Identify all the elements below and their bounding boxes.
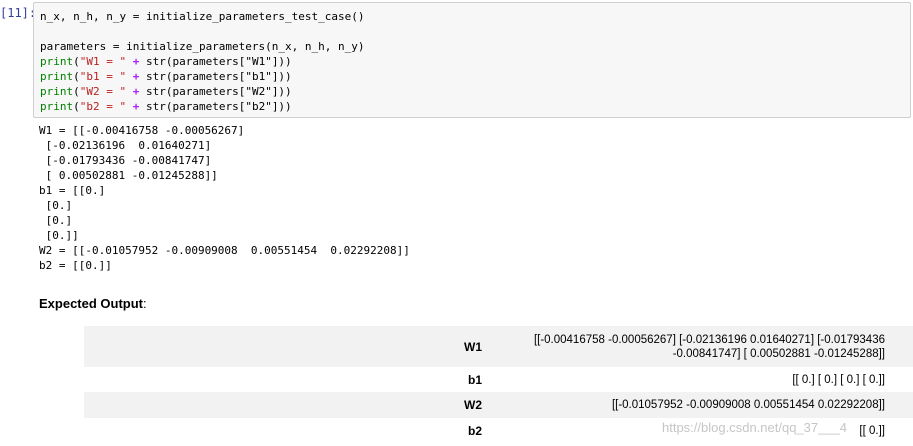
output-line: [0.] [39, 214, 73, 227]
row-value: [[ 0.] [ 0.] [ 0.] [ 0.]] [792, 373, 885, 386]
output-line: b1 = [[0.] [39, 184, 106, 197]
cell-output: W1 = [[-0.00416758 -0.00056267] [-0.0213… [39, 123, 410, 273]
output-line: W1 = [[-0.00416758 -0.00056267] [39, 124, 245, 137]
row-key: W1 [464, 339, 482, 354]
code-text: n_x, n_h, n_y = initialize_parameters_te… [40, 10, 365, 113]
output-line: [-0.02136196 0.01640271] [39, 139, 212, 152]
output-line: [-0.01793436 -0.00841747] [39, 154, 212, 167]
table-row: W1 [[-0.00416758 -0.00056267] [-0.021361… [84, 326, 913, 367]
print-keyword: print [40, 70, 74, 83]
print-arg: str(parameters["b2"])) [145, 100, 292, 113]
print-arg: str(parameters["b1"])) [145, 70, 292, 83]
watermark: https://blog.csdn.net/qq_37___4 [662, 420, 848, 435]
print-arg: str(parameters["W2"])) [145, 85, 292, 98]
notebook-page: [11]: n_x, n_h, n_y = initialize_paramet… [0, 0, 913, 446]
output-line: [0.] [39, 199, 73, 212]
cell-prompt: [11]: [0, 6, 37, 20]
table-row: W2 [[-0.01057952 -0.00909008 0.00551454 … [84, 392, 913, 418]
string-literal: "W2 = " [79, 85, 127, 98]
row-key: W2 [464, 398, 482, 412]
code-line-2: parameters = initialize_parameters(n_x, … [40, 40, 365, 53]
table-row: b1 [[ 0.] [ 0.] [ 0.] [ 0.]] [84, 367, 913, 392]
string-literal: "b2 = " [79, 100, 127, 113]
print-keyword: print [40, 55, 74, 68]
code-cell-editor[interactable]: n_x, n_h, n_y = initialize_parameters_te… [33, 2, 911, 118]
row-key: b2 [467, 424, 482, 438]
output-line: [ 0.00502881 -0.01245288]] [39, 169, 218, 182]
row-value: [[-0.00416758 -0.00056267] [-0.02136196 … [533, 333, 885, 360]
output-line: [0.]] [39, 229, 79, 242]
expected-output-colon: : [143, 296, 147, 311]
print-keyword: print [40, 100, 74, 113]
print-arg: str(parameters["W1"])) [145, 55, 292, 68]
print-keyword: print [40, 85, 74, 98]
string-literal: "b1 = " [79, 70, 127, 83]
row-value: [[-0.01057952 -0.00909008 0.00551454 0.0… [611, 399, 885, 411]
output-line: b2 = [[0.]] [39, 259, 112, 272]
expected-output-heading: Expected Output: [39, 296, 147, 311]
expected-output-title: Expected Output [39, 296, 144, 311]
output-line: W2 = [[-0.01057952 -0.00909008 0.0055145… [39, 244, 410, 257]
code-line-1: n_x, n_h, n_y = initialize_parameters_te… [40, 10, 365, 23]
string-literal: "W1 = " [79, 55, 127, 68]
row-key: b1 [467, 372, 482, 387]
